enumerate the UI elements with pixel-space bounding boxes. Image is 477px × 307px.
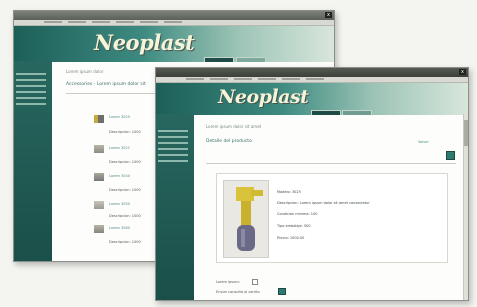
sidebar-nav-item[interactable]: [158, 160, 188, 162]
submit-button[interactable]: [278, 288, 286, 295]
sidebar-nav-item[interactable]: [158, 154, 188, 156]
product-bottle-icon: [236, 187, 263, 251]
divider: [206, 163, 456, 164]
sidebar-nav-item[interactable]: [158, 130, 188, 132]
sidebar-nav-item[interactable]: [158, 148, 188, 150]
breadcrumb[interactable]: Lorem ipsum dolor sit amet: [206, 124, 261, 129]
product-thumbnail[interactable]: [94, 225, 104, 233]
list-item-text: Descripcion: 1000: [109, 214, 141, 218]
checkbox-label: Lorem ipsum:: [216, 280, 240, 284]
sidebar-nav-item[interactable]: [16, 103, 46, 105]
front-nav-tab[interactable]: [311, 110, 341, 115]
product-thumbnail[interactable]: [94, 173, 104, 181]
back-nav-tab-active[interactable]: [236, 57, 266, 62]
product-thumbnail[interactable]: [94, 115, 104, 123]
list-item-text: Descripcion: 1000: [109, 160, 141, 164]
vertical-scrollbar[interactable]: [463, 114, 468, 300]
front-nav-tab-active[interactable]: [342, 110, 372, 115]
page-title: Detalle del producto: [206, 139, 252, 144]
front-sidebar: [156, 114, 194, 300]
sidebar-nav-item[interactable]: [158, 142, 188, 144]
sidebar-nav-item[interactable]: [16, 73, 46, 75]
sidebar-nav-item[interactable]: [158, 136, 188, 138]
back-window-titlebar[interactable]: x: [14, 11, 334, 20]
sidebar-nav-item[interactable]: [16, 91, 46, 93]
list-item-text: Descripcion: 1000: [109, 188, 141, 192]
submit-label: Enviar consulta al carrito: [216, 290, 260, 294]
neoplast-logo: Neoplast: [94, 30, 195, 55]
page-title: Accessories - Lorem ipsum dolor sit: [66, 82, 146, 87]
close-icon[interactable]: x: [325, 12, 332, 18]
list-item-link[interactable]: Lorem 3021: [109, 146, 130, 150]
list-item-link[interactable]: Lorem 3060: [109, 226, 130, 230]
spec-line: Condicion minima: 100: [277, 212, 318, 216]
front-browser-window: x Neoplast Lorem ipsum dolor sit amet De…: [155, 67, 469, 301]
close-icon[interactable]: x: [459, 69, 466, 75]
back-site-header: Neoplast: [14, 26, 334, 62]
front-window-titlebar[interactable]: x: [156, 68, 468, 77]
front-site-header: Neoplast: [156, 83, 468, 115]
print-button[interactable]: [446, 151, 455, 160]
breadcrumb[interactable]: Lorem ipsum dolor: [66, 69, 103, 74]
back-nav-tab[interactable]: [204, 57, 234, 62]
product-thumbnail[interactable]: [94, 145, 104, 153]
neoplast-logo: Neoplast: [218, 86, 309, 108]
list-item-text: Descripcion: 1000: [109, 130, 141, 134]
sidebar-nav-item[interactable]: [16, 79, 46, 81]
list-item-link[interactable]: Lorem 3040: [109, 174, 130, 178]
back-sidebar: [14, 61, 52, 261]
product-thumbnail[interactable]: [94, 201, 104, 209]
sidebar-nav-item[interactable]: [16, 97, 46, 99]
list-item-link[interactable]: Lorem 3025: [109, 115, 130, 119]
spec-line: Descripcion: Lorem ipsum dolor sit amet …: [277, 201, 370, 205]
option-checkbox[interactable]: [252, 279, 258, 285]
spec-line: Tipo embalaje: 500: [277, 224, 311, 228]
back-link[interactable]: Volver: [418, 140, 429, 144]
spec-line: Precio: 1000.00: [277, 236, 305, 240]
spec-line: Modelo: 3025: [277, 190, 301, 194]
sidebar-nav-item[interactable]: [16, 85, 46, 87]
product-image: [223, 180, 269, 258]
list-item-text: Descripcion: 1000: [109, 240, 141, 244]
product-detail-panel: Modelo: 3025 Descripcion: Lorem ipsum do…: [216, 173, 448, 263]
list-item-link[interactable]: Lorem 3050: [109, 202, 130, 206]
scrollbar-thumb[interactable]: [464, 120, 468, 146]
